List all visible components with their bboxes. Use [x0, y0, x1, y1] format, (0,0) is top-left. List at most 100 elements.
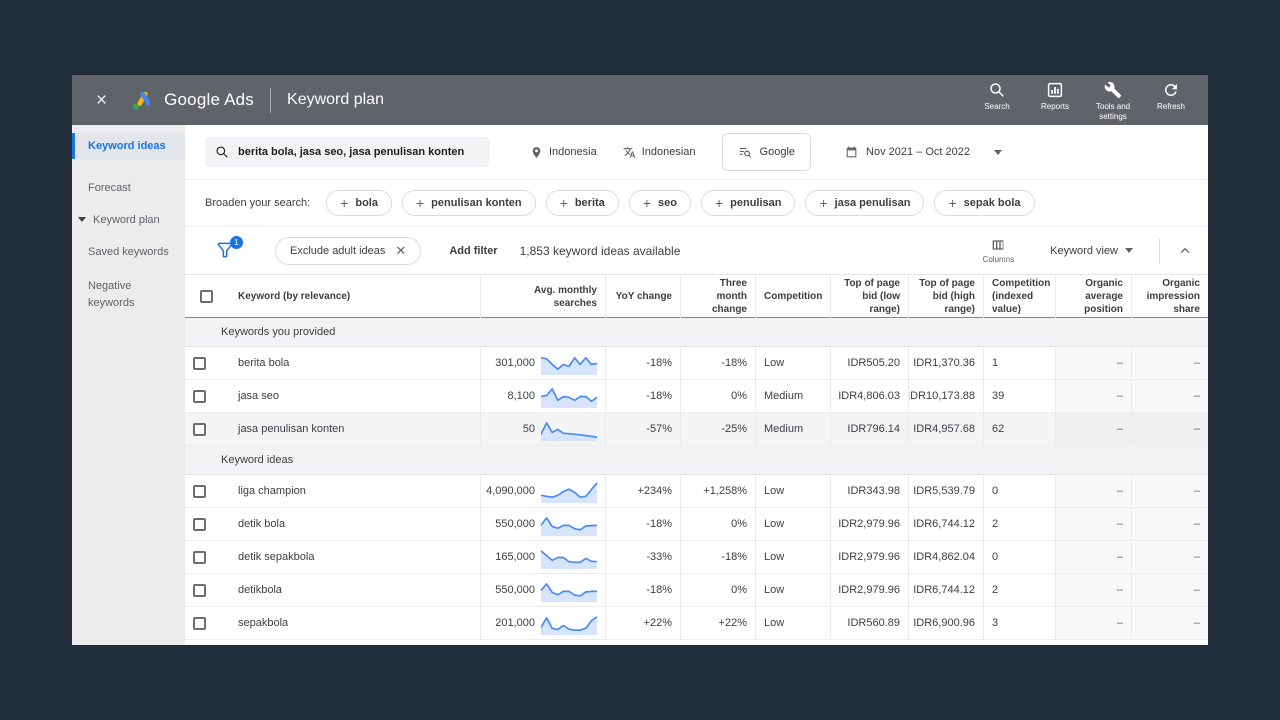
cell-three-month-change: 0%	[680, 574, 755, 606]
collapse-panel-button[interactable]	[1178, 244, 1192, 258]
broaden-chip-seo[interactable]: + seo	[628, 190, 691, 216]
row-checkbox[interactable]	[193, 389, 206, 403]
keyword-search-input[interactable]: berita bola, jasa seo, jasa penulisan ko…	[205, 137, 490, 167]
column-header-three-month-change[interactable]: Three month change	[680, 275, 755, 318]
cell-competition: Low	[755, 475, 830, 507]
sidebar-item-negative-keywords[interactable]: Negative keywords	[72, 271, 158, 318]
broaden-chip-sepak-bola[interactable]: + sepak bola	[934, 190, 1035, 216]
row-checkbox[interactable]	[193, 422, 206, 436]
date-range-selector[interactable]: Nov 2021 – Oct 2022	[845, 146, 1002, 159]
broaden-chip-penulisan-konten[interactable]: + penulisan konten	[401, 190, 536, 216]
row-checkbox-cell	[185, 475, 230, 507]
column-header-organic-impression-share[interactable]: Organic impression share	[1131, 275, 1208, 318]
broaden-chip-penulisan[interactable]: + penulisan	[700, 190, 796, 216]
brand-title: Google Ads	[164, 90, 255, 109]
column-header-competition[interactable]: Competition	[755, 275, 830, 318]
broaden-chip-bola[interactable]: + bola	[326, 190, 392, 216]
page-title: Keyword plan	[287, 91, 384, 108]
keyword-table-body: Keywords you provided berita bola 301,000 -…	[185, 318, 1208, 640]
sidebar-item-keyword-plan[interactable]: Keyword plan	[72, 207, 185, 233]
column-header-competition-indexed-value[interactable]: Competition (indexed value)	[983, 275, 1055, 318]
topbar-tools-and-settings-button[interactable]: Tools and settings	[1084, 79, 1142, 122]
topbar-search-button[interactable]: Search	[968, 79, 1026, 112]
column-header-top-of-page-bid-high-range[interactable]: Top of page bid (high range)	[908, 275, 983, 318]
location-label: Indonesia	[549, 146, 597, 158]
row-checkbox[interactable]	[193, 484, 206, 498]
trend-sparkline	[541, 422, 597, 441]
cell-competition-index: 0	[983, 475, 1055, 507]
broaden-chip-jasa-penulisan[interactable]: + jasa penulisan	[805, 190, 925, 216]
row-checkbox[interactable]	[193, 356, 206, 370]
row-checkbox-cell	[185, 508, 230, 540]
sidebar-item-forecast[interactable]: Forecast	[72, 175, 185, 201]
cell-organic-position: –	[1055, 574, 1131, 606]
row-checkbox[interactable]	[193, 616, 206, 630]
trend-sparkline	[541, 616, 597, 635]
sidebar-item-keyword-ideas[interactable]: Keyword ideas	[72, 133, 185, 159]
section-header-keywords-you-provided: Keywords you provided	[185, 318, 1208, 347]
avg-searches-value: 301,000	[495, 357, 535, 369]
column-header-keyword-by-relevance[interactable]: Keyword (by relevance)	[230, 275, 480, 318]
trend-sparkline	[541, 388, 597, 408]
close-icon[interactable]: ×	[96, 91, 107, 110]
keyword-table: Keyword (by relevance) Avg. monthly searc…	[185, 274, 1208, 645]
select-all-checkbox[interactable]	[200, 290, 213, 303]
expander-caret-icon[interactable]	[78, 217, 86, 222]
chip-label: penulisan konten	[431, 197, 522, 209]
active-filter-chip[interactable]: Exclude adult ideas ✕	[275, 236, 422, 265]
cell-top-bid-high: IDR4,957.68	[908, 413, 983, 445]
sidebar-item-label: Keyword plan	[93, 214, 160, 226]
table-row-berita-bola: berita bola 301,000 -18% -18% Low IDR505.20 ID…	[185, 347, 1208, 380]
cell-organic-position: –	[1055, 508, 1131, 540]
location-selector[interactable]: Indonesia	[530, 146, 597, 159]
trend-sparkline	[541, 482, 597, 503]
cell-yoy-change: -18%	[605, 508, 680, 540]
topbar-refresh-button[interactable]: Refresh	[1142, 79, 1200, 112]
row-checkbox[interactable]	[193, 583, 206, 597]
cell-avg-monthly-searches: 201,000	[480, 607, 605, 639]
cell-competition-index: 3	[983, 607, 1055, 639]
network-selector[interactable]: Google	[721, 133, 812, 171]
cell-top-bid-high: IDR4,862.04	[908, 541, 983, 573]
search-settings-bar: berita bola, jasa seo, jasa penulisan ko…	[185, 125, 1208, 180]
cell-three-month-change: -18%	[680, 541, 755, 573]
column-header-organic-average-position[interactable]: Organic average position	[1055, 275, 1131, 318]
filter-button[interactable]: 1	[215, 235, 243, 262]
column-header-avg-monthly-searches[interactable]: Avg. monthly searches	[480, 275, 605, 318]
sidebar-item-saved-keywords[interactable]: Saved keywords	[72, 239, 185, 265]
google-ads-keyword-plan-window: × Google Ads Keyword plan Search Reports T…	[72, 75, 1208, 645]
cell-top-bid-high: IDR1,370.36	[908, 347, 983, 379]
add-filter-button[interactable]: Add filter	[449, 245, 497, 257]
row-checkbox-cell	[185, 607, 230, 639]
language-label: Indonesian	[641, 146, 696, 158]
table-row-liga-champion: liga champion 4,090,000 +234% +1,258% Low IDR…	[185, 475, 1208, 508]
topbar-reports-button[interactable]: Reports	[1026, 79, 1084, 112]
columns-button[interactable]: Columns	[983, 237, 1014, 264]
cell-top-bid-low: IDR2,979.96	[830, 574, 908, 606]
cell-avg-monthly-searches: 165,000	[480, 541, 605, 573]
broaden-chip-berita[interactable]: + berita	[545, 190, 619, 216]
view-selector[interactable]: Keyword view	[1050, 245, 1133, 257]
column-header-yoy-change[interactable]: YoY change	[605, 275, 680, 318]
sidebar: Keyword ideas Forecast Keyword plan Saved k…	[72, 125, 185, 645]
row-checkbox[interactable]	[193, 550, 206, 564]
filter-bar: 1 Exclude adult ideas ✕ Add filter 1,853…	[185, 227, 1208, 274]
plus-icon: +	[559, 195, 568, 211]
cell-competition: Low	[755, 607, 830, 639]
row-checkbox[interactable]	[193, 517, 206, 531]
topbar-action-label: Reports	[1040, 101, 1069, 111]
language-selector[interactable]: Indonesian	[623, 146, 696, 159]
chevron-down-icon	[994, 149, 1002, 155]
cell-yoy-change: -33%	[605, 541, 680, 573]
app-body: Keyword ideas Forecast Keyword plan Saved k…	[72, 125, 1208, 645]
row-checkbox-cell	[185, 413, 230, 445]
view-selector-label: Keyword view	[1050, 244, 1118, 257]
cell-top-bid-low: IDR343.98	[830, 475, 908, 507]
cell-yoy-change: -57%	[605, 413, 680, 445]
cell-organic-share: –	[1131, 413, 1208, 445]
remove-filter-icon[interactable]: ✕	[395, 243, 406, 259]
active-filter-label: Exclude adult ideas	[290, 244, 386, 257]
table-row-detik-sepakbola: detik sepakbola 165,000 -33% -18% Low IDR2,97…	[185, 541, 1208, 574]
plus-icon: +	[948, 195, 957, 211]
column-header-top-of-page-bid-low-range[interactable]: Top of page bid (low range)	[830, 275, 908, 318]
